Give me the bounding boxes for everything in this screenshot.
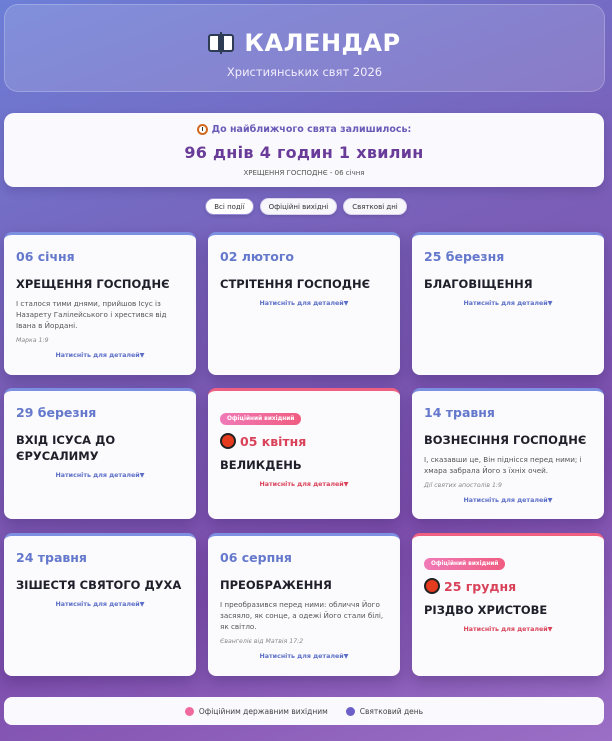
event-name: ПРЕОБРАЖЕННЯ	[220, 578, 332, 592]
details-toggle[interactable]: Натисніть для деталей▼	[424, 626, 592, 633]
event-date: 29 березня	[16, 405, 97, 420]
event-card[interactable]: 02 лютого СТРІТЕННЯ ГОСПОДНЄ Натисніть д…	[208, 232, 400, 375]
details-toggle[interactable]: Натисніть для деталей▼	[424, 300, 592, 307]
event-date: 25 грудня	[444, 578, 517, 594]
official-badge: Офіційний вихідний	[424, 558, 506, 570]
event-source: Марка 1:9	[16, 337, 49, 344]
page-subtitle: Християнських свят 2026	[226, 65, 383, 79]
header: КАЛЕНДАР Християнських свят 2026	[4, 4, 605, 92]
event-name: ВЕЛИКДЕНЬ	[220, 458, 302, 472]
event-date: 05 квітня	[240, 433, 307, 449]
event-date: 25 березня	[424, 249, 505, 264]
book-icon	[208, 32, 235, 54]
event-date: 02 лютого	[220, 249, 295, 264]
details-toggle[interactable]: Натисніть для деталей▼	[16, 601, 184, 608]
event-card-official[interactable]: Офіційний вихідний 05 квітня ВЕЛИКДЕНЬ Н…	[208, 388, 400, 519]
filter-all-button[interactable]: Всі події	[205, 198, 254, 215]
event-date: 14 травня	[424, 405, 495, 420]
details-toggle[interactable]: Натисніть для деталей▼	[220, 300, 388, 307]
red-circle-icon	[220, 433, 236, 449]
event-card[interactable]: 25 березня БЛАГОВІЩЕННЯ Натисніть для де…	[412, 232, 604, 375]
details-toggle[interactable]: Натисніть для деталей▼	[16, 352, 184, 359]
event-date-row: 05 квітня	[220, 433, 388, 449]
event-card[interactable]: 29 березня ВХІД ІСУСА ДО ЄРУСАЛИМУ Натис…	[4, 388, 196, 519]
details-toggle[interactable]: Натисніть для деталей▼	[220, 653, 388, 660]
countdown-label: До найближчого свята залишилось:	[211, 124, 412, 135]
event-card[interactable]: 06 січня ХРЕЩЕННЯ ГОСПОДНЄ І сталося тим…	[4, 232, 196, 375]
filter-bar: Всі події Офіційні вихідні Святкові дні	[0, 198, 612, 215]
countdown-label-row: До найближчого свята залишилось:	[4, 124, 604, 135]
official-badge: Офіційний вихідний	[220, 413, 302, 425]
title-row: КАЛЕНДАР	[5, 29, 604, 57]
event-date: 24 травня	[16, 550, 87, 565]
event-name: БЛАГОВІЩЕННЯ	[424, 277, 533, 291]
filter-holiday-button[interactable]: Святкові дні	[343, 198, 407, 215]
event-name: ХРЕЩЕННЯ ГОСПОДНЄ	[16, 277, 170, 291]
official-swatch	[184, 706, 194, 716]
event-source: Дії святих апостолів 1:9	[424, 482, 502, 489]
event-name: РІЗДВО ХРИСТОВЕ	[424, 603, 548, 617]
countdown-timer: 96 днів 4 годин 1 хвилин	[184, 143, 424, 162]
holiday-swatch	[345, 706, 355, 716]
event-card[interactable]: 06 серпня ПРЕОБРАЖЕННЯ І преобразився пе…	[208, 533, 400, 676]
event-date: 06 серпня	[220, 550, 292, 565]
event-quote: І, сказавши це, Він піднісся перед ними;…	[424, 455, 582, 475]
legend-label: Святковий день	[359, 706, 424, 716]
legend-item-official: Офіційним державним вихідним	[184, 706, 328, 716]
red-circle-icon	[424, 578, 440, 594]
legend-label: Офіційним державним вихідним	[198, 706, 328, 716]
details-toggle[interactable]: Натисніть для деталей▼	[16, 472, 184, 479]
legend: Офіційним державним вихідним Святковий д…	[4, 697, 604, 725]
filter-official-button[interactable]: Офіційні вихідні	[259, 198, 338, 215]
event-name: ВОЗНЕСІННЯ ГОСПОДНЄ	[424, 433, 587, 447]
event-card[interactable]: 24 травня ЗІШЕСТЯ СВЯТОГО ДУХА Натисніть…	[4, 533, 196, 676]
event-date-row: 25 грудня	[424, 578, 592, 594]
event-card-official[interactable]: Офіційний вихідний 25 грудня РІЗДВО ХРИС…	[412, 533, 604, 676]
event-name: ВХІД ІСУСА ДО ЄРУСАЛИМУ	[16, 433, 116, 463]
event-date: 06 січня	[16, 249, 75, 264]
event-name: СТРІТЕННЯ ГОСПОДНЄ	[220, 277, 371, 291]
alarm-clock-icon	[196, 124, 208, 135]
event-card[interactable]: 14 травня ВОЗНЕСІННЯ ГОСПОДНЄ І, сказавш…	[412, 388, 604, 519]
legend-item-holiday: Святковий день	[345, 706, 424, 716]
event-name: ЗІШЕСТЯ СВЯТОГО ДУХА	[16, 578, 182, 592]
event-quote: І преобразився перед ними: обличчя Його …	[220, 600, 384, 631]
page-title: КАЛЕНДАР	[244, 29, 401, 57]
countdown-panel: До найближчого свята залишилось: 96 днів…	[4, 113, 604, 187]
event-quote: І сталося тими днями, прийшов Ісус із На…	[16, 299, 167, 330]
next-holiday: ХРЕЩЕННЯ ГОСПОДНЄ - 06 січня	[243, 169, 365, 177]
details-toggle[interactable]: Натисніть для деталей▼	[220, 481, 388, 488]
event-source: Євангеліє від Матвія 17:2	[220, 638, 304, 645]
details-toggle[interactable]: Натисніть для деталей▼	[424, 497, 592, 504]
